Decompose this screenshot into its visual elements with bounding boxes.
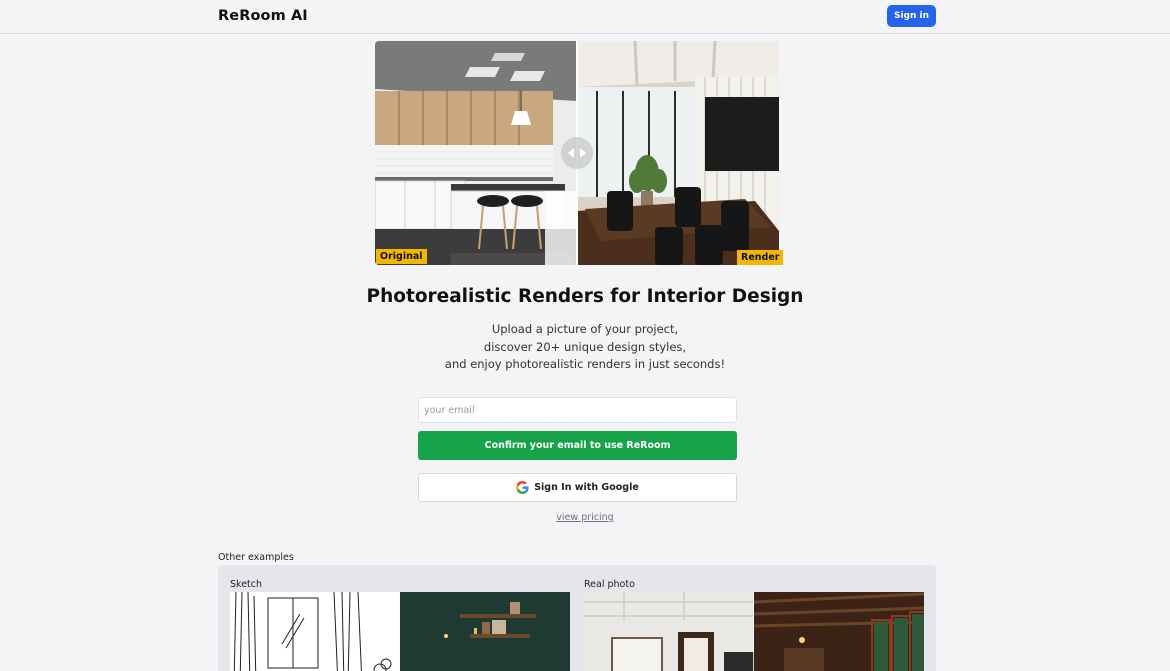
original-badge: Original	[376, 249, 427, 264]
other-examples-heading: Other examples	[218, 552, 294, 563]
example-label-sketch: Sketch	[230, 579, 263, 590]
example-sketch-image[interactable]	[230, 592, 570, 671]
top-bar: ReRoom AI Sign in	[0, 0, 1170, 34]
sign-in-button[interactable]: Sign in	[887, 5, 936, 27]
render-badge: Render	[737, 250, 784, 265]
google-sign-in-label: Sign In with Google	[534, 482, 639, 493]
brand-logo[interactable]: ReRoom AI	[218, 8, 308, 24]
sketch-example-illustration	[230, 592, 570, 671]
confirm-email-button[interactable]: Confirm your email to use ReRoom	[418, 431, 737, 460]
compare-slider-handle[interactable]	[561, 137, 593, 169]
example-real-photo-image[interactable]	[584, 592, 924, 671]
drag-arrows-icon	[568, 148, 586, 158]
hero-subtitle-line: Upload a picture of your project,	[491, 322, 679, 336]
real-photo-example-illustration	[584, 592, 924, 671]
pricing-link-row: view pricing	[0, 512, 1170, 523]
google-icon	[516, 481, 529, 494]
google-sign-in-button[interactable]: Sign In with Google	[418, 473, 737, 502]
example-label-real-photo: Real photo	[584, 579, 635, 590]
examples-panel: Sketch Real photo	[218, 565, 936, 671]
page-title: Photorealistic Renders for Interior Desi…	[366, 286, 804, 307]
hero-subtitle-line: discover 20+ unique design styles,	[483, 339, 687, 354]
hero-subtitle-line: and enjoy photorealistic renders in just…	[444, 357, 726, 371]
email-input[interactable]	[418, 397, 737, 423]
hero-subtitle: Upload a picture of your project, discov…	[0, 321, 1170, 374]
view-pricing-link[interactable]: view pricing	[556, 512, 613, 523]
